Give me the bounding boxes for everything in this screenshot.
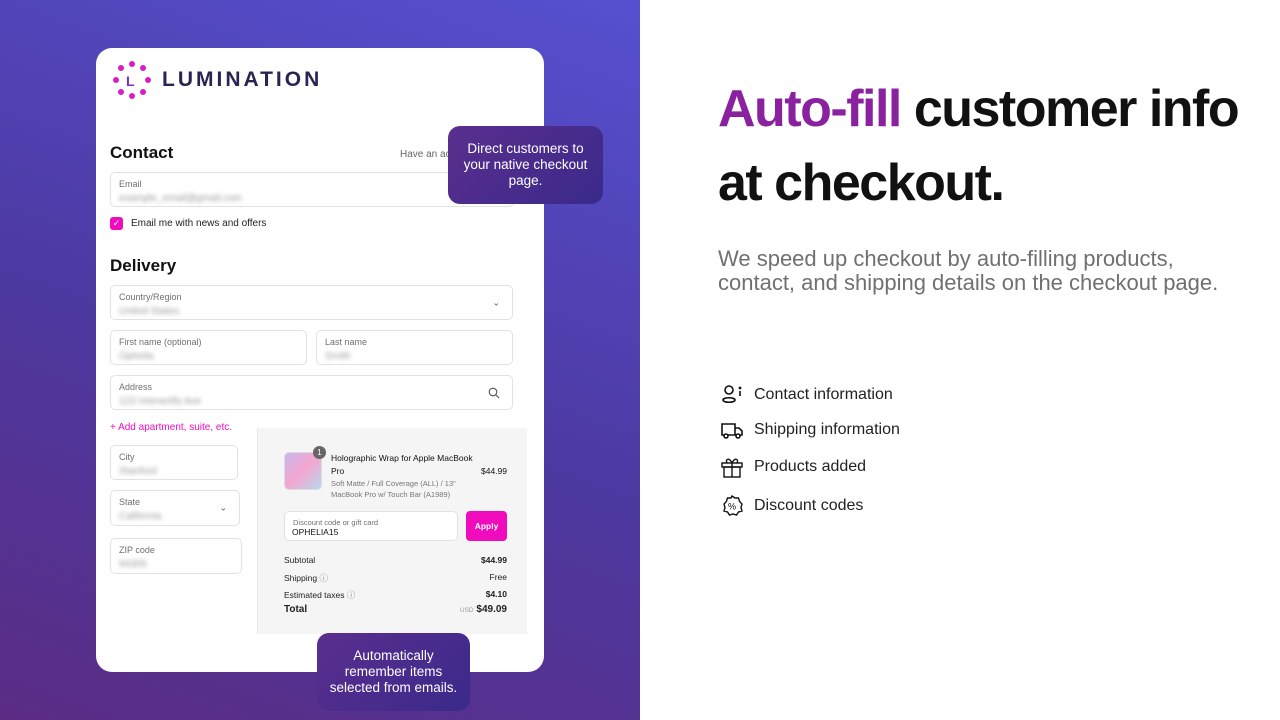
feature-label: Contact information (754, 386, 893, 403)
delivery-heading: Delivery (110, 256, 177, 275)
address-value: 123 Interactify Ave (119, 396, 202, 407)
feature-label: Products added (754, 458, 867, 475)
shipping-row: Shipping ⓘ Free (284, 572, 507, 584)
total-row: Total USD $49.09 (284, 604, 507, 615)
quantity-badge: 1 (313, 446, 326, 459)
total-label: Total (284, 604, 308, 615)
taxes-label: Estimated taxes (284, 590, 345, 600)
product-price: $44.99 (481, 466, 507, 476)
tooltip-native-checkout: Direct customers to your native checkout… (448, 126, 603, 204)
brand-logo: L LUMINATION (112, 60, 322, 100)
checkbox-checked-icon[interactable]: ✓ (110, 217, 123, 230)
product-variant: Soft Matte / Full Coverage (ALL) / 13" M… (331, 479, 456, 499)
login-link[interactable]: Have an ac (400, 149, 451, 160)
subtotal-value: $44.99 (481, 555, 507, 565)
subtotal-row: Subtotal $44.99 (284, 555, 507, 565)
discount-field[interactable]: Discount code or gift card OPHELIA15 (284, 511, 458, 541)
contact-heading: Contact (110, 143, 174, 162)
add-apartment-link[interactable]: + Add apartment, suite, etc. (110, 422, 232, 433)
feature-contact: Contact information (720, 383, 893, 407)
feature-discounts: % Discount codes (720, 494, 863, 518)
total-value: $49.09 (476, 604, 507, 615)
product-name: Holographic Wrap for Apple MacBook Pro (331, 453, 473, 476)
last-name-field[interactable]: Last name Smith (316, 330, 513, 365)
state-label: State (119, 497, 141, 507)
truck-icon (721, 423, 743, 439)
first-name-value: Ophelia (119, 351, 154, 362)
city-value: Stanford (119, 466, 157, 477)
country-value: United States (119, 306, 180, 317)
first-name-field[interactable]: First name (optional) Ophelia (110, 330, 307, 365)
email-label: Email (119, 179, 142, 189)
feature-label: Shipping information (754, 421, 900, 438)
subtitle: We speed up checkout by auto-filling pro… (718, 246, 1219, 295)
address-field[interactable]: Address 123 Interactify Ave (110, 375, 513, 410)
total-currency: USD (459, 607, 474, 614)
newsletter-checkbox-row[interactable]: ✓ Email me with news and offers (110, 217, 266, 230)
zip-label: ZIP code (119, 545, 155, 555)
feature-shipping: Shipping information (720, 418, 900, 442)
headline-accent: Auto-fill (718, 80, 902, 138)
order-summary: 1 Holographic Wrap for Apple MacBook Pro… (257, 428, 527, 634)
zip-field[interactable]: ZIP code 94305 (110, 538, 242, 574)
apply-button[interactable]: Apply (466, 511, 507, 541)
email-value: example_email@gmail.com (119, 193, 242, 204)
help-icon[interactable]: ⓘ (347, 590, 356, 600)
svg-text:L: L (126, 73, 135, 89)
feature-label: Discount codes (754, 497, 864, 514)
brand-name: LUMINATION (162, 68, 323, 91)
gift-icon (721, 458, 743, 478)
discount-label: Discount code or gift card (293, 518, 379, 527)
headline: Auto-fill customer info at checkout. (718, 72, 1258, 220)
discount-icon: % (723, 494, 743, 516)
taxes-value: $4.10 (485, 589, 507, 599)
help-icon[interactable]: ⓘ (319, 573, 328, 583)
tooltip-remember-items: Automatically remember items selected fr… (317, 633, 470, 711)
search-icon[interactable] (488, 387, 500, 399)
state-value: California (119, 511, 162, 522)
subtotal-label: Subtotal (284, 555, 316, 565)
zip-value: 94305 (119, 559, 147, 570)
state-select[interactable]: State California ⌄ (110, 490, 240, 526)
contact-icon (722, 385, 742, 404)
country-select[interactable]: Country/Region United States ⌄ (110, 285, 513, 320)
last-name-value: Smith (325, 351, 351, 362)
shipping-value: Free (489, 572, 507, 582)
lumination-logo-icon: L (113, 61, 151, 99)
svg-text:%: % (728, 502, 736, 512)
first-name-label: First name (optional) (119, 337, 202, 347)
taxes-row: Estimated taxes ⓘ $4.10 (284, 589, 507, 601)
newsletter-label: Email me with news and offers (131, 218, 267, 229)
chevron-down-icon: ⌄ (219, 502, 227, 513)
address-label: Address (119, 382, 153, 392)
city-field[interactable]: City Stanford (110, 445, 238, 480)
city-label: City (119, 452, 135, 462)
feature-products: Products added (720, 455, 866, 479)
country-label: Country/Region (119, 292, 182, 302)
shipping-label: Shipping (284, 573, 318, 583)
last-name-label: Last name (325, 337, 368, 347)
discount-value: OPHELIA15 (292, 527, 339, 537)
chevron-down-icon: ⌄ (492, 297, 500, 307)
